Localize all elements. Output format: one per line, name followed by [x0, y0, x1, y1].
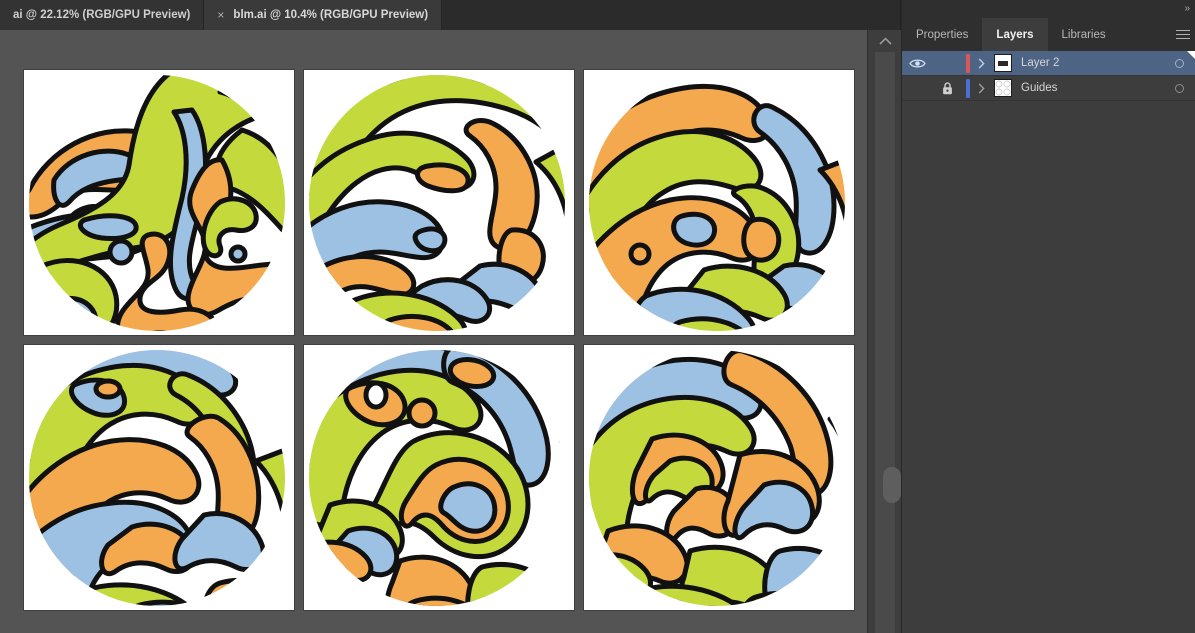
expand-arrow-layer-2[interactable]: [970, 57, 992, 69]
artboard-1[interactable]: [24, 70, 294, 335]
layers-list: Layer 2 Guides: [902, 51, 1195, 633]
scrollbar-track[interactable]: [875, 52, 901, 633]
artwork-4: [29, 350, 285, 606]
document-tab-2[interactable]: × blm.ai @ 10.4% (RGB/GPU Preview): [204, 0, 443, 30]
scroll-up-icon[interactable]: [868, 30, 902, 52]
chevron-right-icon: [978, 82, 985, 94]
target-indicator-guides[interactable]: [1162, 83, 1195, 93]
layer-name-layer-2[interactable]: Layer 2: [1012, 57, 1162, 69]
tab-layers[interactable]: Layers: [982, 18, 1048, 51]
artboard-grid: [24, 70, 854, 610]
right-panel-dock: » Properties Layers Libraries Layer 2 Gu…: [901, 0, 1195, 633]
document-window: [0, 30, 901, 633]
layer-thumbnail-guides: [994, 79, 1012, 97]
tab-properties-label: Properties: [916, 28, 969, 41]
layer-thumbnail-layer-2: [994, 54, 1012, 72]
canvas-vertical-scrollbar[interactable]: [867, 30, 901, 633]
expand-arrow-guides[interactable]: [970, 82, 992, 94]
tab-layers-label: Layers: [996, 28, 1034, 41]
document-tab-1-label: ai @ 22.12% (RGB/GPU Preview): [13, 9, 191, 21]
artwork-2: [309, 75, 565, 331]
eye-icon: [908, 58, 926, 68]
artwork-5: [309, 350, 565, 606]
scrollbar-thumb[interactable]: [883, 467, 901, 503]
tab-libraries[interactable]: Libraries: [1048, 18, 1120, 51]
lock-toggle-guides[interactable]: [932, 81, 962, 95]
artboard-3[interactable]: [584, 70, 854, 335]
tab-libraries-label: Libraries: [1061, 28, 1106, 41]
tab-bar-filler: [442, 0, 901, 30]
layer-row-guides[interactable]: Guides: [902, 76, 1195, 101]
lock-icon: [942, 81, 952, 94]
canvas-area[interactable]: [0, 30, 867, 633]
artboard-6[interactable]: [584, 345, 854, 610]
panel-tab-group: Properties Layers Libraries: [902, 18, 1195, 51]
artboard-2[interactable]: [304, 70, 574, 335]
dock-top-strip: »: [902, 0, 1195, 18]
panel-tab-filler: [1120, 18, 1170, 51]
hamburger-icon: [1176, 27, 1190, 41]
close-icon[interactable]: ×: [217, 9, 224, 21]
layer-row-layer-2[interactable]: Layer 2: [902, 51, 1195, 76]
artwork-1: [29, 75, 285, 331]
chevron-right-icon: [978, 57, 985, 69]
visibility-toggle-layer-2[interactable]: [902, 58, 932, 69]
document-tab-2-label: blm.ai @ 10.4% (RGB/GPU Preview): [233, 9, 429, 21]
illustrator-window: ai @ 22.12% (RGB/GPU Preview) × blm.ai @…: [0, 0, 1195, 633]
document-tab-bar: ai @ 22.12% (RGB/GPU Preview) × blm.ai @…: [0, 0, 901, 30]
tab-properties[interactable]: Properties: [902, 18, 982, 51]
artboard-4[interactable]: [24, 345, 294, 610]
layer-name-guides[interactable]: Guides: [1012, 82, 1162, 94]
artboard-5[interactable]: [304, 345, 574, 610]
document-tab-1[interactable]: ai @ 22.12% (RGB/GPU Preview): [0, 0, 205, 30]
artwork-3: [589, 75, 845, 331]
panel-menu-button[interactable]: [1170, 18, 1195, 51]
selection-corner-marker: [1187, 51, 1195, 60]
chevron-up-icon: [878, 36, 892, 45]
artwork-6: [589, 350, 845, 606]
expand-panels-icon[interactable]: »: [1184, 4, 1189, 14]
